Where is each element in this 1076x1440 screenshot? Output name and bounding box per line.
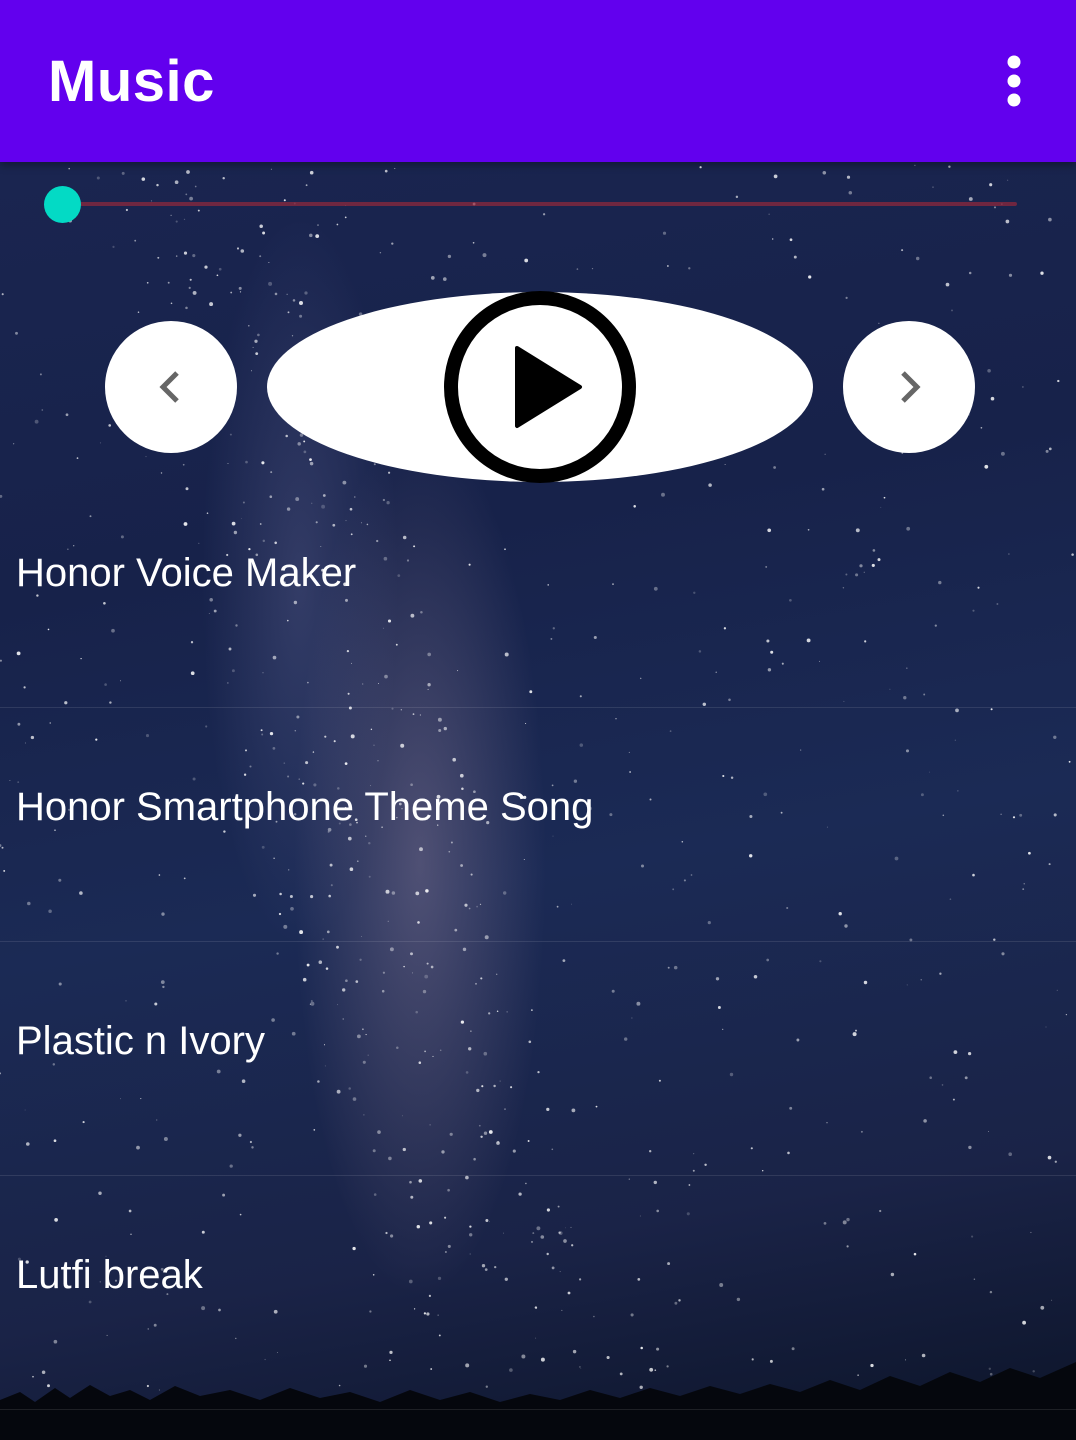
song-title: Lutfi break xyxy=(16,1253,203,1297)
chevron-right-icon xyxy=(901,371,921,403)
player-content: Honor Voice Maker Honor Smartphone Theme… xyxy=(0,162,1076,1440)
previous-button[interactable] xyxy=(105,321,237,453)
song-item[interactable]: Lutfi break xyxy=(0,1176,1076,1410)
song-list: Honor Voice Maker Honor Smartphone Theme… xyxy=(0,474,1076,1410)
playback-controls xyxy=(0,291,1076,483)
app-title: Music xyxy=(48,48,215,114)
more-vert-icon xyxy=(1007,55,1021,107)
seek-bar[interactable] xyxy=(44,186,1024,224)
song-title: Honor Voice Maker xyxy=(16,551,357,595)
song-title: Honor Smartphone Theme Song xyxy=(16,785,594,829)
seek-thumb[interactable] xyxy=(44,186,81,223)
play-button[interactable] xyxy=(267,291,813,483)
seek-track xyxy=(62,202,1017,206)
app-bar: Music xyxy=(0,0,1076,162)
song-title: Plastic n Ivory xyxy=(16,1019,265,1063)
next-button[interactable] xyxy=(843,321,975,453)
music-app: Music Honor Voice Maker Honor Smartphone… xyxy=(0,0,1076,1440)
chevron-left-icon xyxy=(159,371,179,403)
overflow-menu-button[interactable] xyxy=(992,41,1036,121)
play-circle-icon xyxy=(444,291,636,483)
song-item[interactable]: Honor Voice Maker xyxy=(0,474,1076,708)
song-item[interactable]: Plastic n Ivory xyxy=(0,942,1076,1176)
song-item[interactable]: Honor Smartphone Theme Song xyxy=(0,708,1076,942)
